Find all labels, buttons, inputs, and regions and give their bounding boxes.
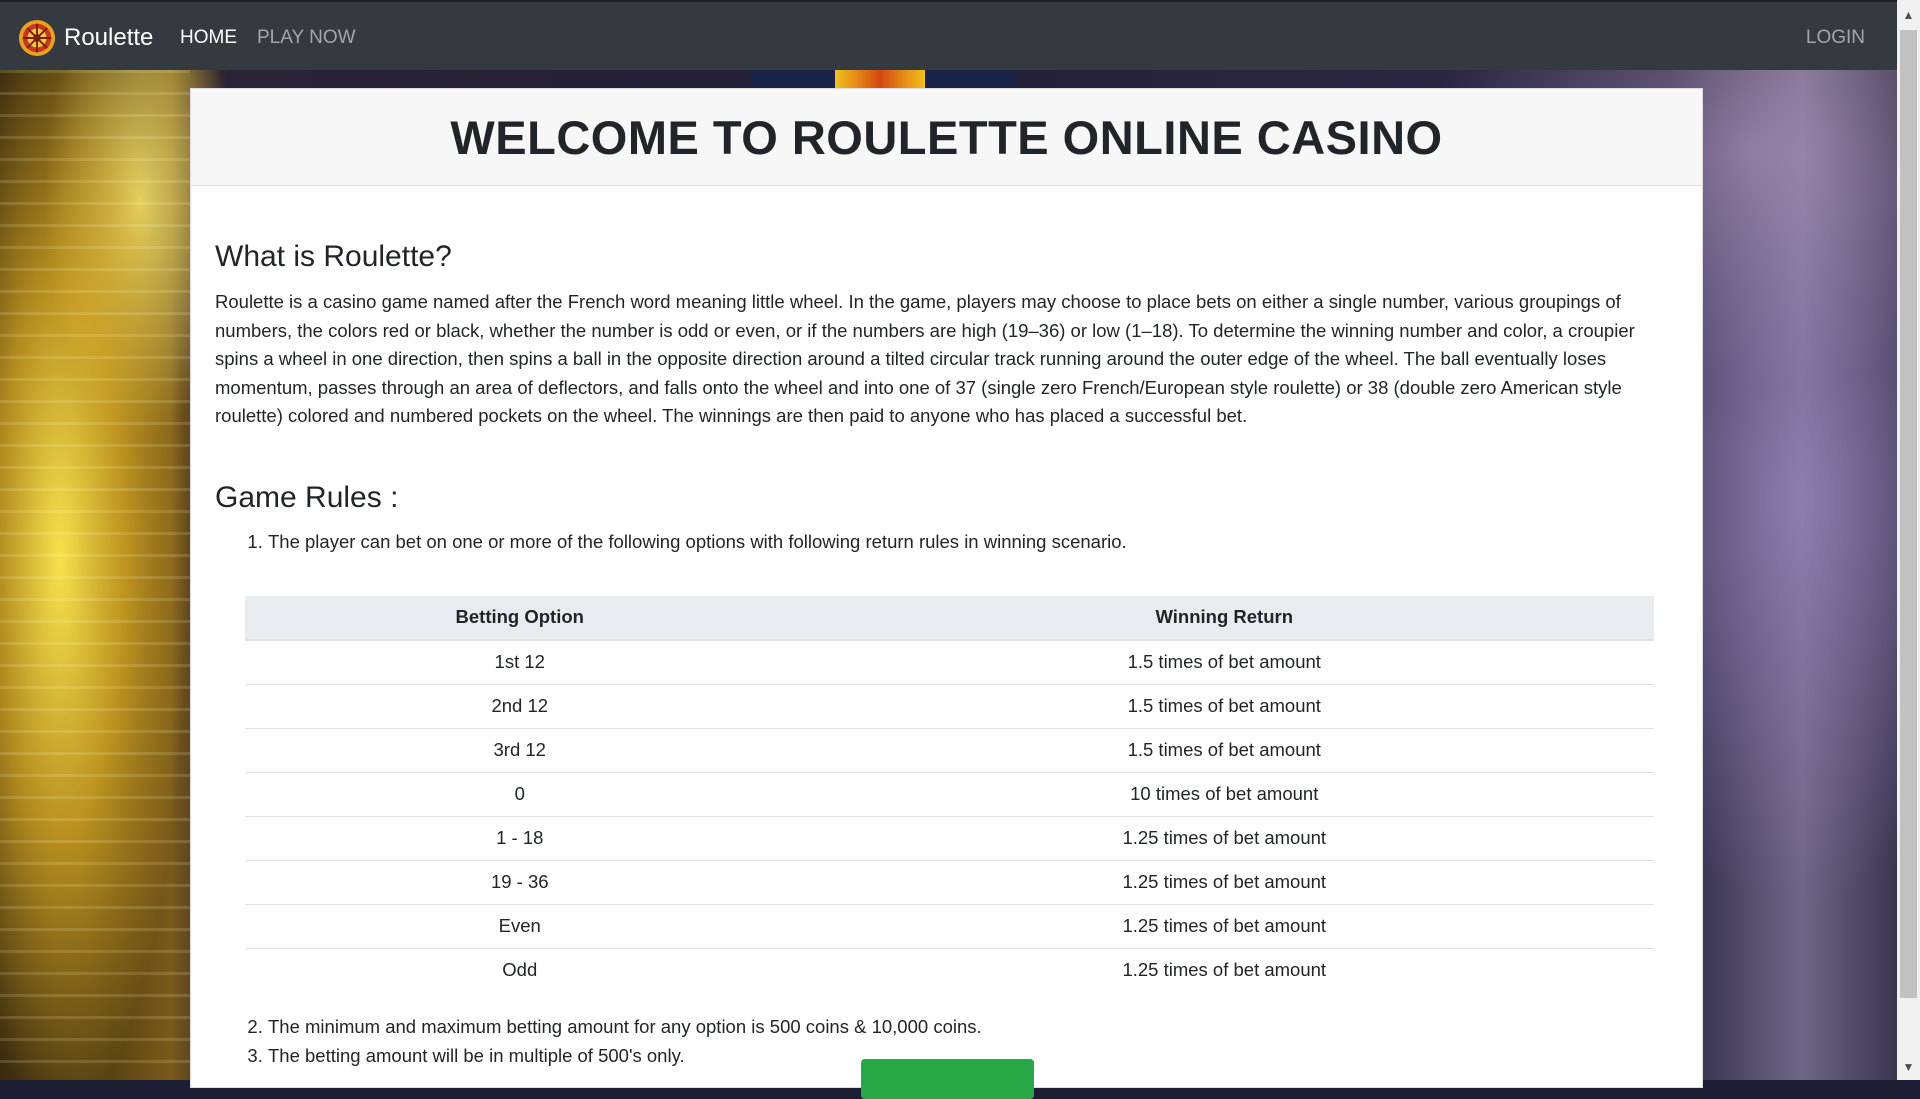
winning-return-cell: 1.5 times of bet amount bbox=[1127, 651, 1321, 672]
rule-item: The player can bet on one or more of the… bbox=[268, 527, 1678, 556]
table-header-row: Betting Option Winning Return bbox=[245, 595, 1654, 641]
betting-option-cell: 1 - 18 bbox=[245, 815, 795, 860]
arrow-down-icon[interactable]: ▼ bbox=[1897, 1060, 1920, 1074]
arrow-up-icon[interactable]: ▲ bbox=[1897, 8, 1920, 22]
winning-return-cell: 1.25 times of bet amount bbox=[794, 859, 1654, 904]
login-link[interactable]: LOGIN bbox=[1806, 27, 1865, 49]
scrollbar[interactable]: ▲ ▼ bbox=[1897, 0, 1920, 1080]
about-text: Roulette is a casino game named after th… bbox=[215, 291, 1635, 426]
nav-links: HOME PLAY NOW bbox=[180, 27, 356, 49]
column-header: Winning Return bbox=[794, 595, 1654, 641]
betting-option-cell: Odd bbox=[245, 947, 795, 992]
betting-option-cell: 2nd 12 bbox=[245, 683, 795, 728]
rules-heading: Game Rules : bbox=[215, 480, 399, 514]
table-row: 2nd 12 1.5 times of bet amount bbox=[245, 683, 1654, 728]
scroll-thumb[interactable] bbox=[1900, 30, 1917, 998]
background-logo bbox=[750, 70, 1015, 88]
winning-return-cell: 1.25 times of bet amount bbox=[794, 903, 1654, 948]
play-now-button[interactable] bbox=[861, 1059, 1034, 1099]
navbar: Roulette HOME PLAY NOW LOGIN bbox=[0, 0, 1897, 70]
table-row: 0 10 times of bet amount bbox=[245, 771, 1654, 816]
nav-home[interactable]: HOME bbox=[180, 27, 237, 49]
betting-option-cell: 19 - 36 bbox=[245, 859, 795, 904]
table-row: 19 - 36 1.25 times of bet amount bbox=[245, 859, 1654, 904]
betting-option-cell: Even bbox=[245, 903, 795, 948]
card-header: WELCOME TO ROULETTE ONLINE CASINO bbox=[191, 89, 1702, 186]
welcome-card: WELCOME TO ROULETTE ONLINE CASINO What i… bbox=[190, 88, 1703, 1099]
table-row: 1st 12 1.5 times of bet amount bbox=[245, 640, 1654, 685]
betting-option-cell: 1st 12 bbox=[494, 651, 545, 672]
betting-table: Betting Option Winning Return 1st 12 1.5… bbox=[245, 595, 1654, 992]
table-row: Odd 1.25 times of bet amount bbox=[245, 947, 1654, 992]
roulette-wheel-icon bbox=[18, 19, 56, 57]
betting-option-cell: 3rd 12 bbox=[245, 727, 795, 772]
winning-return-cell: 10 times of bet amount bbox=[794, 771, 1654, 816]
page-title: WELCOME TO ROULETTE ONLINE CASINO bbox=[450, 110, 1443, 164]
brand-name: Roulette bbox=[64, 24, 154, 51]
about-heading: What is Roulette? bbox=[215, 240, 452, 273]
card-body: What is Roulette? Roulette is a casino g… bbox=[191, 240, 1702, 1070]
winning-return-cell: 1.5 times of bet amount bbox=[794, 683, 1654, 728]
brand-link[interactable]: Roulette bbox=[18, 19, 153, 57]
table-row: Even 1.25 times of bet amount bbox=[245, 903, 1654, 948]
winning-return-cell: 1.25 times of bet amount bbox=[794, 947, 1654, 992]
betting-option-cell: 0 bbox=[245, 771, 795, 816]
table-row: 1 - 18 1.25 times of bet amount bbox=[245, 815, 1654, 860]
table-row: 3rd 12 1.5 times of bet amount bbox=[245, 727, 1654, 772]
winning-return-cell: 1.25 times of bet amount bbox=[794, 815, 1654, 860]
winning-return-cell: 1.5 times of bet amount bbox=[794, 727, 1654, 772]
background-light-streaks bbox=[0, 70, 190, 1080]
nav-play-now[interactable]: PLAY NOW bbox=[257, 27, 356, 49]
rule-item: The minimum and maximum betting amount f… bbox=[268, 1012, 1678, 1041]
column-header: Betting Option bbox=[245, 595, 795, 641]
rules-list: The player can bet on one or more of the… bbox=[215, 527, 1678, 556]
